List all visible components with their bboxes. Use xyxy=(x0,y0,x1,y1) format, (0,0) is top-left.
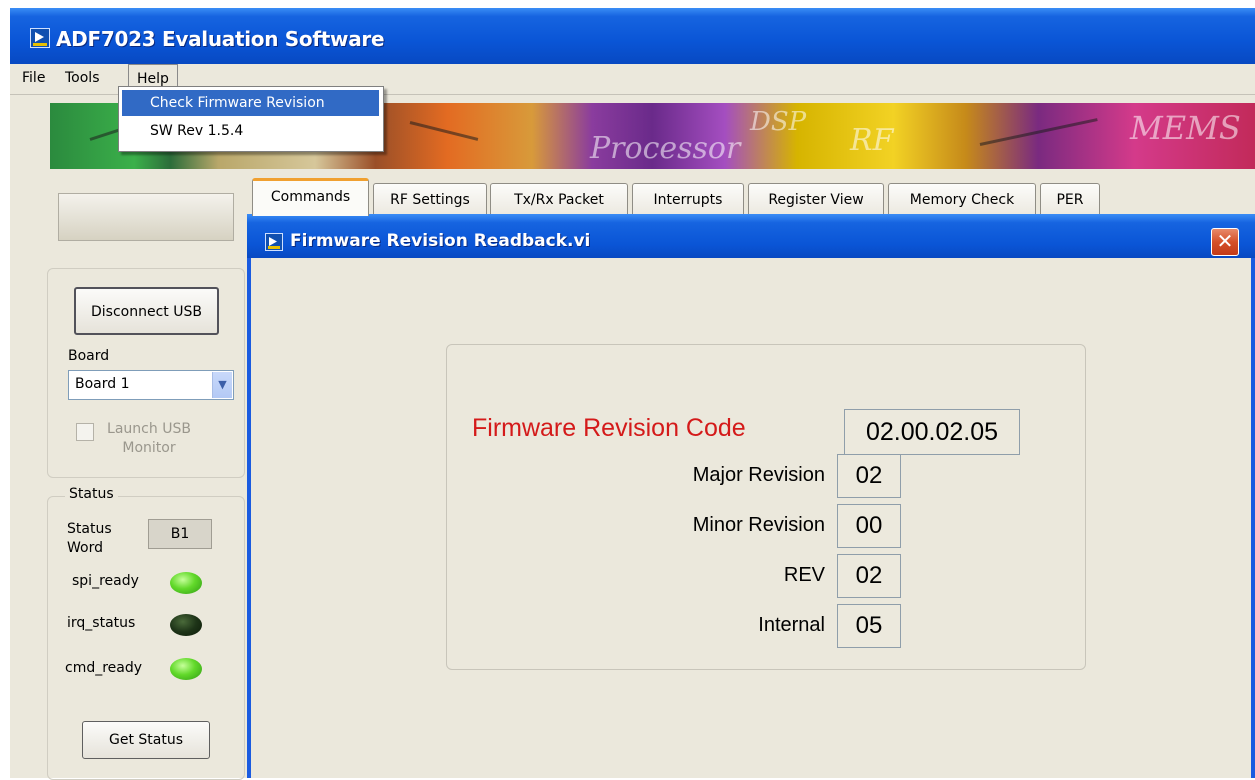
get-status-button[interactable]: Get Status xyxy=(82,721,210,759)
tab-per[interactable]: PER xyxy=(1040,183,1100,215)
cmd-ready-label: cmd_ready xyxy=(65,660,143,676)
tab-rf-settings[interactable]: RF Settings xyxy=(373,183,487,215)
help-dropdown-menu: Check Firmware Revision SW Rev 1.5.4 xyxy=(118,86,384,152)
banner-decor xyxy=(409,121,479,141)
launch-usb-monitor-label: Launch USB Monitor xyxy=(107,421,191,456)
chevron-down-icon[interactable]: ▼ xyxy=(212,372,232,398)
status-group-label: Status xyxy=(65,486,118,502)
board-label: Board xyxy=(68,348,110,364)
firmware-revision-window: Firmware Revision Readback.vi ✕ Firmware… xyxy=(247,214,1255,778)
board-select[interactable]: Board 1 ▼ xyxy=(68,370,234,400)
tab-commands[interactable]: Commands xyxy=(252,178,369,216)
tab-interrupts[interactable]: Interrupts xyxy=(632,183,744,215)
subwindow-title: Firmware Revision Readback.vi xyxy=(290,231,591,251)
firmware-revision-code-value: 02.00.02.05 xyxy=(844,409,1020,455)
status-display-box xyxy=(58,193,234,241)
menu-file[interactable]: File xyxy=(14,64,53,92)
rev-label: REV xyxy=(783,564,825,586)
launch-usb-monitor-checkbox[interactable] xyxy=(76,423,94,441)
board-select-value: Board 1 xyxy=(75,376,130,392)
banner-word-processor: Processor xyxy=(590,131,741,166)
cmd-ready-led-icon xyxy=(170,658,202,680)
banner-decor xyxy=(979,118,1098,146)
spi-ready-led-icon xyxy=(170,572,202,594)
subwindow-body: Firmware Revision Code 02.00.02.05 Major… xyxy=(251,258,1251,778)
internal-value: 05 xyxy=(837,604,901,648)
irq-status-label: irq_status xyxy=(67,615,136,631)
close-icon[interactable]: ✕ xyxy=(1211,228,1239,256)
major-revision-value: 02 xyxy=(837,454,901,498)
tab-register-view[interactable]: Register View xyxy=(748,183,884,215)
subwindow-title-bar[interactable]: Firmware Revision Readback.vi ✕ xyxy=(247,214,1255,258)
minor-revision-value: 00 xyxy=(837,504,901,548)
banner-word-mems: MEMS xyxy=(1130,109,1241,147)
banner-word-rf: RF xyxy=(850,123,894,158)
menu-item-check-firmware-revision[interactable]: Check Firmware Revision xyxy=(122,90,379,116)
status-word-label: Status Word xyxy=(67,521,112,556)
menu-tools[interactable]: Tools xyxy=(57,64,108,92)
major-revision-label: Major Revision xyxy=(692,464,825,486)
status-word-value: B1 xyxy=(148,519,212,549)
app-icon xyxy=(30,28,50,48)
disconnect-usb-button[interactable]: Disconnect USB xyxy=(74,287,219,335)
spi-ready-label: spi_ready xyxy=(72,573,139,589)
banner-word-dsp: DSP xyxy=(750,107,807,137)
window-title: ADF7023 Evaluation Software xyxy=(56,27,385,51)
minor-revision-label: Minor Revision xyxy=(692,514,825,536)
menu-item-sw-rev[interactable]: SW Rev 1.5.4 xyxy=(122,118,379,144)
tab-memory-check[interactable]: Memory Check xyxy=(888,183,1036,215)
tab-txrx-packet[interactable]: Tx/Rx Packet xyxy=(490,183,628,215)
firmware-revision-code-label: Firmware Revision Code xyxy=(472,414,746,442)
internal-label: Internal xyxy=(758,614,825,636)
irq-status-led-icon xyxy=(170,614,202,636)
rev-value: 02 xyxy=(837,554,901,598)
vi-icon xyxy=(265,233,283,251)
title-bar: ADF7023 Evaluation Software xyxy=(10,8,1255,64)
